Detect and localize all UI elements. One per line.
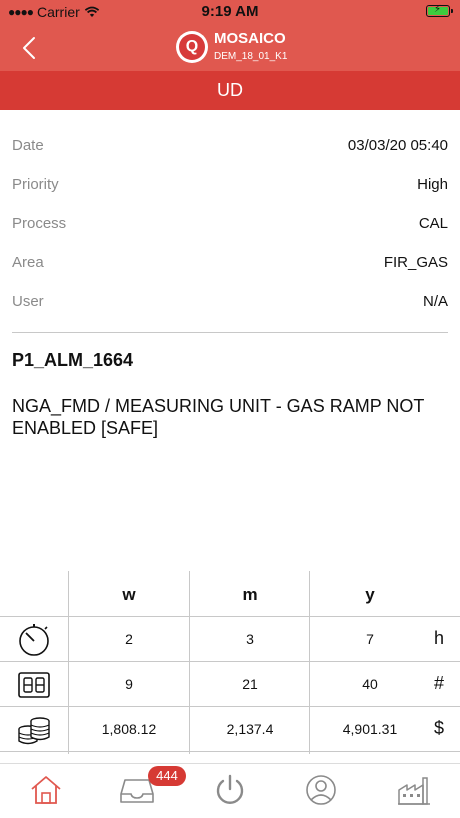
detail-label: Date [12, 137, 44, 154]
column-header-month: m [242, 585, 258, 604]
unit-label: # [433, 673, 444, 693]
stat-value: 2,137.4 [226, 721, 274, 737]
stats-row-hours: 2 3 7 h [0, 617, 460, 662]
stats-row-count: 9 21 40 # [0, 662, 460, 707]
detail-row-priority: Priority High [12, 165, 448, 204]
section-title: UD [0, 71, 460, 110]
stat-value: 40 [362, 676, 378, 692]
unit-label: h [433, 628, 444, 648]
alarm-description: NGA_FMD / MEASURING UNIT - GAS RAMP NOT … [12, 396, 425, 438]
detail-value: 03/03/20 05:40 [347, 137, 448, 154]
app-title: MOSAICO [214, 30, 286, 47]
detail-label: User [12, 293, 44, 310]
stopwatch-icon [19, 624, 49, 656]
app-subtitle: DEM_18_01_K1 [214, 51, 288, 62]
factory-icon[interactable] [396, 772, 432, 808]
unit-label: $ [433, 718, 444, 738]
user-icon[interactable] [303, 772, 339, 808]
detail-label: Process [12, 215, 67, 232]
clock: 9:19 AM [201, 3, 259, 20]
coins-icon [18, 717, 50, 745]
column-header-week: w [122, 585, 136, 604]
detail-row-process: Process CAL [12, 204, 448, 243]
logo-letter: Q [179, 34, 205, 60]
detail-row-area: Area FIR_GAS [12, 243, 448, 282]
status-bar: ●●●● Carrier 9:19 AM ⚡ [0, 0, 460, 24]
detail-row-user: User N/A [12, 282, 448, 321]
detail-value: High [417, 176, 448, 193]
navigation-bar: Q MOSAICO DEM_18_01_K1 [0, 24, 460, 71]
home-icon[interactable] [28, 772, 64, 808]
app-logo: Q [176, 31, 208, 63]
detail-value: FIR_GAS [383, 254, 448, 271]
stat-value: 7 [366, 631, 374, 647]
detail-row-date: Date 03/03/20 05:40 [12, 126, 448, 165]
detail-list: Date 03/03/20 05:40 Priority High Proces… [12, 126, 448, 321]
stat-value: 4,901.31 [342, 721, 398, 737]
stat-value: 9 [125, 676, 133, 692]
stat-value: 1,808.12 [101, 721, 157, 737]
detail-label: Area [12, 254, 44, 271]
digital-counter-icon [18, 672, 50, 698]
stat-value: 21 [242, 676, 258, 692]
divider [12, 332, 448, 333]
alarm-code: P1_ALM_1664 [12, 350, 134, 370]
tab-bar [0, 763, 460, 818]
detail-label: Priority [12, 176, 59, 193]
stats-header-row: w m y [0, 571, 460, 617]
column-header-year: y [365, 585, 375, 604]
power-icon[interactable] [212, 772, 248, 808]
stat-value: 2 [125, 631, 133, 647]
inbox-count-badge: 444 [148, 766, 186, 786]
back-chevron-icon[interactable] [18, 34, 42, 62]
stats-table: w m y 2 3 7 h 9 21 40 # 1,808.12 2,137.4… [0, 571, 460, 754]
detail-value: N/A [422, 293, 448, 310]
battery-icon: ⚡ [426, 4, 453, 17]
stat-value: 3 [246, 631, 254, 647]
stats-row-cost: 1,808.12 2,137.4 4,901.31 $ [0, 707, 460, 752]
detail-value: CAL [418, 215, 448, 232]
